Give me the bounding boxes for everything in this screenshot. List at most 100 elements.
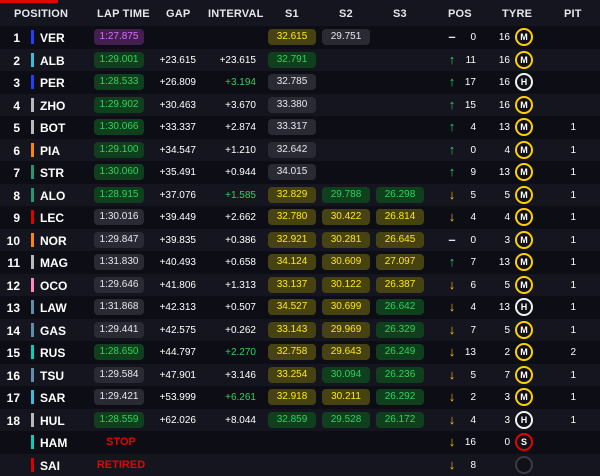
tyre-laps: 16: [498, 99, 510, 111]
position-number: 15: [6, 346, 20, 360]
sector-s1-time: 32.829: [268, 186, 316, 203]
interval-value: +2.270: [225, 347, 256, 358]
lap-time: 1:31.868: [94, 299, 144, 315]
standings-row[interactable]: 16 TSU 1:29.584 +47.901 +3.146 33.254 30.094 26…: [0, 363, 600, 386]
sector-s1-time: 33.143: [268, 321, 316, 338]
team-color-bar: [31, 187, 34, 202]
sector-s1-time: 32.780: [268, 209, 316, 225]
position-number: 18: [6, 413, 20, 428]
sector-s3-time: 26.249: [376, 344, 424, 360]
position-change-count: 4: [470, 212, 476, 223]
driver-code: GAS: [40, 323, 67, 338]
driver-code: MAG: [40, 256, 68, 270]
sector-s3-time: 26.387: [376, 276, 424, 293]
sector-s2-time: 29.788: [322, 186, 370, 203]
lap-time: 1:31.830: [94, 254, 144, 270]
standings-row[interactable]: 12 OCO 1:29.646 +41.806 +1.313 33.137 30.122 26…: [0, 273, 600, 296]
position-change-down-icon: ↓: [448, 344, 456, 359]
position-change-down-icon: ↓: [448, 276, 456, 292]
interval-value: +23.615: [219, 54, 256, 66]
standings-row[interactable]: SAI RETIRED ↓ 8: [0, 453, 600, 476]
header-s2: S2: [339, 8, 353, 20]
driver-code: STR: [40, 166, 64, 180]
standings-row[interactable]: 9 LEC 1:30.016 +39.449 +2.662 32.780 30.422 26.…: [0, 206, 600, 228]
pit-stop-count: 1: [570, 189, 576, 201]
standings-row[interactable]: 18 HUL 1:28.559 +62.026 +8.044 32.859 29.528 26…: [0, 408, 600, 431]
driver-code: VER: [40, 31, 65, 45]
tyre-laps: 13: [498, 302, 510, 313]
team-color-bar: [31, 232, 34, 247]
position-change-count: 2: [470, 392, 476, 403]
position-change-down-icon: ↓: [448, 456, 456, 472]
standings-row[interactable]: 13 LAW 1:31.868 +42.313 +0.507 34.527 30.699 26…: [0, 296, 600, 318]
standings-row[interactable]: 8 ALO 1:28.915 +37.076 +1.585 32.829 29.788 26.…: [0, 183, 600, 206]
sector-s1-time: 32.859: [268, 411, 316, 428]
position-change-count: 13: [464, 347, 476, 358]
sector-s2-time: 30.422: [322, 209, 370, 225]
standings-row[interactable]: 14 GAS 1:29.441 +42.575 +0.262 33.143 29.969 26…: [0, 318, 600, 341]
gap-value: +47.901: [159, 369, 196, 381]
sector-s2-time: 29.751: [322, 29, 370, 45]
gap-value: +34.547: [159, 144, 196, 156]
position-number: 3: [13, 76, 20, 90]
driver-status: RETIRED: [96, 458, 146, 471]
interval-value: +2.874: [225, 122, 256, 133]
timing-board: POSITION LAP TIME GAP INTERVAL S1 S2 S 3 …: [0, 0, 600, 476]
sector-s2-time: 30.609: [322, 254, 370, 270]
team-color-bar: [31, 345, 34, 359]
standings-row[interactable]: 5 BOT 1:30.066 +33.337 +2.874 33.317 ↑ 4 13 M 1: [0, 116, 600, 138]
position-change-count: 0: [470, 234, 476, 246]
tyre-compound-icon: M: [515, 185, 533, 204]
standings-row[interactable]: 6 PIA 1:29.100 +34.547 +1.210 32.642 ↑ 0 4 M 1: [0, 138, 600, 161]
lap-time: 1:29.100: [94, 141, 144, 158]
standings-row[interactable]: 10 NOR 1:29.847 +39.835 +0.386 32.921 30.281 26…: [0, 228, 600, 251]
gap-value: +30.463: [159, 99, 196, 111]
position-change-count: 0: [470, 144, 476, 156]
position-change-up-icon: ↑: [448, 51, 456, 67]
driver-code: SAI: [40, 458, 61, 473]
pit-stop-count: 1: [570, 212, 576, 223]
driver-code: LAW: [40, 301, 67, 315]
standings-row[interactable]: 4 ZHO 1:29.902 +30.463 +3.670 33.380 ↑ 15 16 M: [0, 93, 600, 116]
driver-code: BOT: [40, 121, 66, 135]
team-color-bar: [31, 390, 34, 404]
position-change-count: 7: [470, 324, 476, 336]
tyre-compound-icon: S: [515, 433, 533, 451]
header-accent-bar: [0, 0, 58, 3]
standings-row[interactable]: HAM STOP ↓ 16 0 S: [0, 431, 600, 453]
position-number: 13: [6, 301, 20, 315]
sector-s2-time: 29.969: [322, 321, 370, 338]
position-change-count: 4: [470, 414, 476, 426]
standings-row[interactable]: 3 PER 1:28.533 +26.809 +3.194 32.785 ↑ 17 16 H: [0, 71, 600, 93]
standings-row[interactable]: 15 RUS 1:28.650 +44.797 +2.270 32.758 29.643 26…: [0, 341, 600, 363]
interval-value: +2.662: [225, 212, 256, 223]
position-change-same-icon: –: [448, 29, 456, 44]
sector-s2-time: 30.122: [322, 276, 370, 293]
sector-s1-time: 33.380: [268, 96, 316, 113]
position-change-down-icon: ↓: [448, 366, 456, 382]
sector-s1-time: 32.758: [268, 344, 316, 360]
standings-row[interactable]: 2 ALB 1:29.001 +23.615 +23.615 32.791 ↑ 11 16 M: [0, 48, 600, 71]
tyre-compound-icon: M: [515, 163, 533, 181]
standings-row[interactable]: 7 STR 1:30.060 +35.491 +0.944 34.015 ↑ 9 13 M 1: [0, 161, 600, 183]
standings-row[interactable]: 11 MAG 1:31.830 +40.493 +0.658 34.124 30.609 27…: [0, 251, 600, 273]
tyre-compound-icon: H: [515, 73, 533, 91]
position-number: 14: [6, 323, 20, 338]
driver-code: HUL: [40, 413, 65, 428]
team-color-bar: [31, 255, 34, 269]
team-color-bar: [31, 75, 34, 89]
tyre-compound-icon: M: [515, 365, 533, 384]
driver-status: STOP: [106, 436, 136, 448]
tyre-laps: 13: [498, 122, 510, 133]
team-color-bar: [31, 300, 34, 314]
sector-s1-time: 33.137: [268, 276, 316, 293]
position-number: 9: [13, 211, 20, 225]
standings-row[interactable]: 1 VER 1:27.875 32.615 29.751 – 0 16 M: [0, 26, 600, 48]
standings-row[interactable]: 17 SAR 1:29.421 +53.999 +6.261 32.918 30.211 26…: [0, 386, 600, 408]
tyre-compound-icon: M: [515, 230, 533, 249]
tyre-compound-icon: M: [515, 388, 533, 406]
lap-time: 1:29.441: [94, 321, 144, 338]
interval-value: +3.194: [225, 77, 256, 88]
gap-value: +39.449: [159, 212, 196, 223]
interval-value: +0.944: [225, 167, 256, 178]
